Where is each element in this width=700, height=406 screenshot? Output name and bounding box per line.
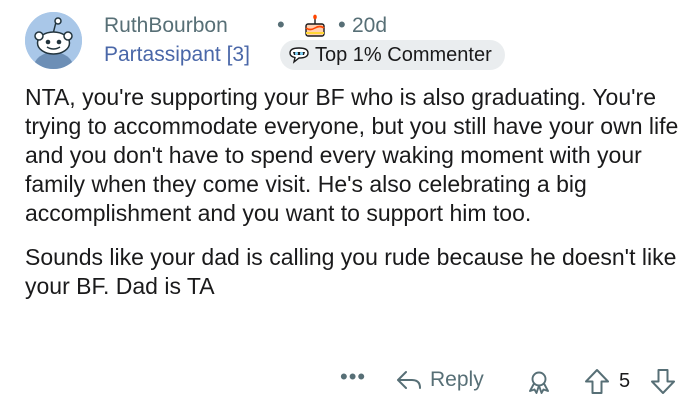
- badge-label: Top 1% Commenter: [315, 43, 492, 66]
- comment-actions: ••• Reply 5: [0, 364, 700, 400]
- cake-day-icon: [305, 14, 325, 37]
- more-options-button[interactable]: •••: [340, 364, 366, 390]
- avatar[interactable]: [25, 12, 82, 69]
- downvote-arrow-icon[interactable]: [650, 368, 676, 395]
- username[interactable]: RuthBourbon: [104, 14, 228, 38]
- user-flair: Partassipant [3]: [104, 43, 250, 66]
- meta-separator: •: [277, 12, 285, 37]
- comment-paragraph: Sounds like your dad is calling you rude…: [25, 244, 677, 299]
- comment-age: 20d: [352, 14, 388, 37]
- comment-body: NTA, you're supporting your BF who is al…: [25, 83, 685, 301]
- meta-separator: •: [338, 12, 346, 37]
- vote-score: 5: [619, 370, 631, 392]
- top-commenter-icon: [289, 47, 309, 64]
- award-icon[interactable]: [526, 370, 552, 394]
- reply-button[interactable]: Reply: [395, 368, 484, 392]
- reply-arrow-icon: [397, 371, 421, 389]
- snoo-avatar-icon: [25, 12, 82, 69]
- upvote-arrow-icon[interactable]: [584, 368, 610, 395]
- comment-header: RuthBourbon • • 20d Partassipant [3] Top…: [25, 12, 685, 72]
- comment-paragraph: NTA, you're supporting your BF who is al…: [25, 84, 679, 226]
- top-commenter-badge[interactable]: Top 1% Commenter: [280, 40, 505, 70]
- reply-label: Reply: [430, 368, 484, 391]
